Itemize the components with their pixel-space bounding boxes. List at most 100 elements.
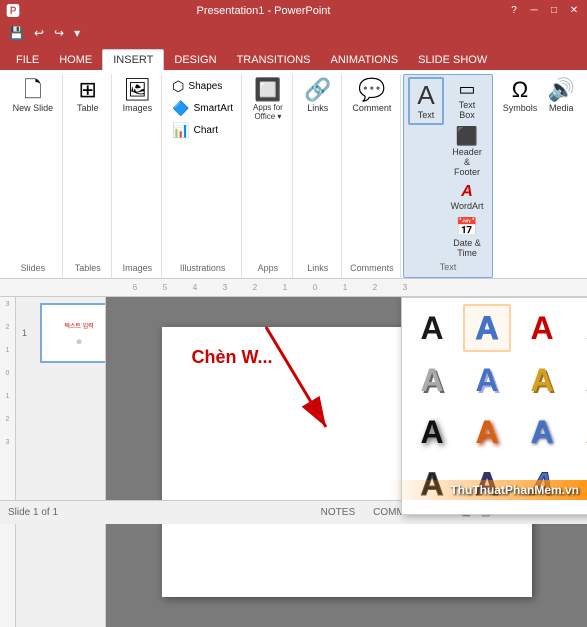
maximize-button[interactable]: □ xyxy=(547,4,561,18)
wordart-style-blue3d[interactable]: A xyxy=(463,356,511,404)
slide-thumbnail[interactable]: 텍스트 입력 ⊕ xyxy=(40,303,106,363)
wordart-style-plain-black[interactable]: A xyxy=(408,304,456,352)
symbols-icon: Ω xyxy=(512,79,528,101)
header-footer-label: Header& Footer xyxy=(450,147,484,177)
table-button[interactable]: ⊞ Table xyxy=(70,76,106,116)
comment-button[interactable]: 💬 Comment xyxy=(348,76,395,116)
header-footer-button[interactable]: ⬛ Header& Footer xyxy=(446,124,488,179)
ribbon-group-links: 🔗 Links Links xyxy=(295,74,342,278)
redo-button[interactable]: ↪ xyxy=(51,25,67,41)
notes-button[interactable]: NOTES xyxy=(317,506,359,519)
text-label: Text xyxy=(418,110,435,120)
wordart-icon: A xyxy=(461,183,473,201)
wordart-style-orangebold[interactable]: A xyxy=(463,408,511,456)
header-footer-icon: ⬛ xyxy=(456,126,478,147)
new-slide-button[interactable]: 🗋 New Slide xyxy=(9,76,58,116)
wordart-style-red[interactable]: A xyxy=(518,304,566,352)
ribbon-group-tables: ⊞ Table Tables xyxy=(65,74,112,278)
slide-info: Slide 1 of 1 xyxy=(8,507,58,518)
ruler-mark: 3 xyxy=(390,283,420,292)
tab-slideshow[interactable]: SLIDE SHOW xyxy=(408,50,497,70)
ruler-mark: 1 xyxy=(270,283,300,292)
tab-design[interactable]: DESIGN xyxy=(164,50,226,70)
chart-icon: 📊 xyxy=(172,122,189,139)
textbox-label: Text Box xyxy=(450,100,484,120)
apps-label: Apps forOffice ▾ xyxy=(253,103,283,121)
links-label: Links xyxy=(307,103,328,113)
shapes-label: Shapes xyxy=(188,81,222,92)
text-icon: A xyxy=(417,82,434,108)
media-icon: 🔊 xyxy=(548,79,575,101)
chart-button[interactable]: 📊 Chart xyxy=(168,120,237,141)
shapes-button[interactable]: ⬡ Shapes xyxy=(168,76,237,97)
slide-number: 1 xyxy=(22,328,27,338)
ribbon-group-slides: 🗋 New Slide Slides xyxy=(4,74,63,278)
new-slide-label: New Slide xyxy=(13,103,54,113)
wordart-style-gold3d[interactable]: A xyxy=(518,356,566,404)
smartart-label: SmartArt xyxy=(194,103,233,114)
wordart-style-blue3d2[interactable]: A xyxy=(573,356,587,404)
ruler-mark: 2 xyxy=(240,283,270,292)
symbols-label: Symbols xyxy=(503,103,538,113)
window-title: Presentation1 - PowerPoint xyxy=(20,5,507,17)
datetime-label: Date &Time xyxy=(453,238,481,258)
slide-canvas-area[interactable]: Chèn W... A A A A A A A A A A A A A A xyxy=(106,297,587,627)
ruler-mark: 1 xyxy=(330,283,360,292)
textbox-icon: ▭ xyxy=(459,79,476,100)
minimize-button[interactable]: ─ xyxy=(527,4,541,18)
horizontal-ruler: 6 5 4 3 2 1 0 1 2 3 xyxy=(0,279,587,297)
wordart-style-outlined-blue[interactable]: A xyxy=(463,304,511,352)
slides-group-label: Slides xyxy=(21,263,46,276)
datetime-button[interactable]: 📅 Date &Time xyxy=(446,215,488,260)
undo-button[interactable]: ↩ xyxy=(31,25,47,41)
save-button[interactable]: 💾 xyxy=(6,25,27,41)
help-button[interactable]: ? xyxy=(507,4,521,18)
quick-access-toolbar: 💾 ↩ ↪ ▾ xyxy=(0,22,587,44)
symbols-button[interactable]: Ω Symbols xyxy=(499,76,542,116)
wordart-style-bluegrad[interactable]: A xyxy=(518,408,566,456)
ruler-mark: 2 xyxy=(360,283,390,292)
text-button[interactable]: A Text xyxy=(408,77,444,125)
ribbon-group-comments: 💬 Comment Comments xyxy=(344,74,401,278)
ruler-mark: 4 xyxy=(180,283,210,292)
images-button[interactable]: 🖼 Images xyxy=(119,76,157,116)
wordart-style-gray3d[interactable]: A xyxy=(408,356,456,404)
apps-group-label: Apps xyxy=(258,263,279,276)
wordart-style-orange3d2[interactable]: A xyxy=(573,408,587,456)
tab-file[interactable]: FILE xyxy=(6,50,49,70)
text-group-label: Text xyxy=(440,262,457,275)
wordart-button[interactable]: A WordArt xyxy=(446,181,488,213)
comment-icon: 💬 xyxy=(358,79,385,101)
wordart-style-blackbold[interactable]: A xyxy=(408,408,456,456)
textbox-button[interactable]: ▭ Text Box xyxy=(446,77,488,122)
new-slide-icon: 🗋 xyxy=(24,79,42,101)
ruler-mark: 3 xyxy=(210,283,240,292)
close-button[interactable]: ✕ xyxy=(567,4,581,18)
tab-animations[interactable]: ANIMATIONS xyxy=(321,50,409,70)
ruler-mark: 6 xyxy=(120,283,150,292)
tables-group-label: Tables xyxy=(75,263,101,276)
apps-button[interactable]: 🔲 Apps forOffice ▾ xyxy=(249,76,287,124)
tab-insert[interactable]: INSERT xyxy=(102,49,164,70)
images-label: Images xyxy=(123,103,153,113)
wordart-style-graysketch[interactable]: A xyxy=(573,460,587,508)
tab-transitions[interactable]: TRANSITIONS xyxy=(227,50,321,70)
ribbon-group-symbols: Ω Symbols 🔊 Media xyxy=(495,74,583,278)
text-subitems: ▭ Text Box ⬛ Header& Footer A WordArt 📅 … xyxy=(446,77,488,260)
main-area: 3210123 1 텍스트 입력 ⊕ Chèn W... A A A A xyxy=(0,297,587,627)
smartart-button[interactable]: 🔷 SmartArt xyxy=(168,98,237,119)
media-button[interactable]: 🔊 Media xyxy=(543,76,579,116)
links-group-label: Links xyxy=(307,263,328,276)
links-button[interactable]: 🔗 Links xyxy=(300,76,336,116)
ribbon-group-text: A Text ▭ Text Box ⬛ Header& Footer A Wor… xyxy=(403,74,493,278)
tab-home[interactable]: HOME xyxy=(49,50,102,70)
wordart-style-blackoutline[interactable]: A xyxy=(408,460,456,508)
links-icon: 🔗 xyxy=(304,79,331,101)
wordart-style-blueoutline[interactable]: A xyxy=(463,460,511,508)
images-icon: 🖼 xyxy=(123,79,151,101)
ribbon-tab-bar: FILE HOME INSERT DESIGN TRANSITIONS ANIM… xyxy=(0,44,587,70)
ribbon-group-apps: 🔲 Apps forOffice ▾ Apps xyxy=(244,74,293,278)
wordart-style-lightblue[interactable]: A xyxy=(573,304,587,352)
customize-qat-button[interactable]: ▾ xyxy=(71,25,83,41)
wordart-style-bluesketch[interactable]: A xyxy=(518,460,566,508)
